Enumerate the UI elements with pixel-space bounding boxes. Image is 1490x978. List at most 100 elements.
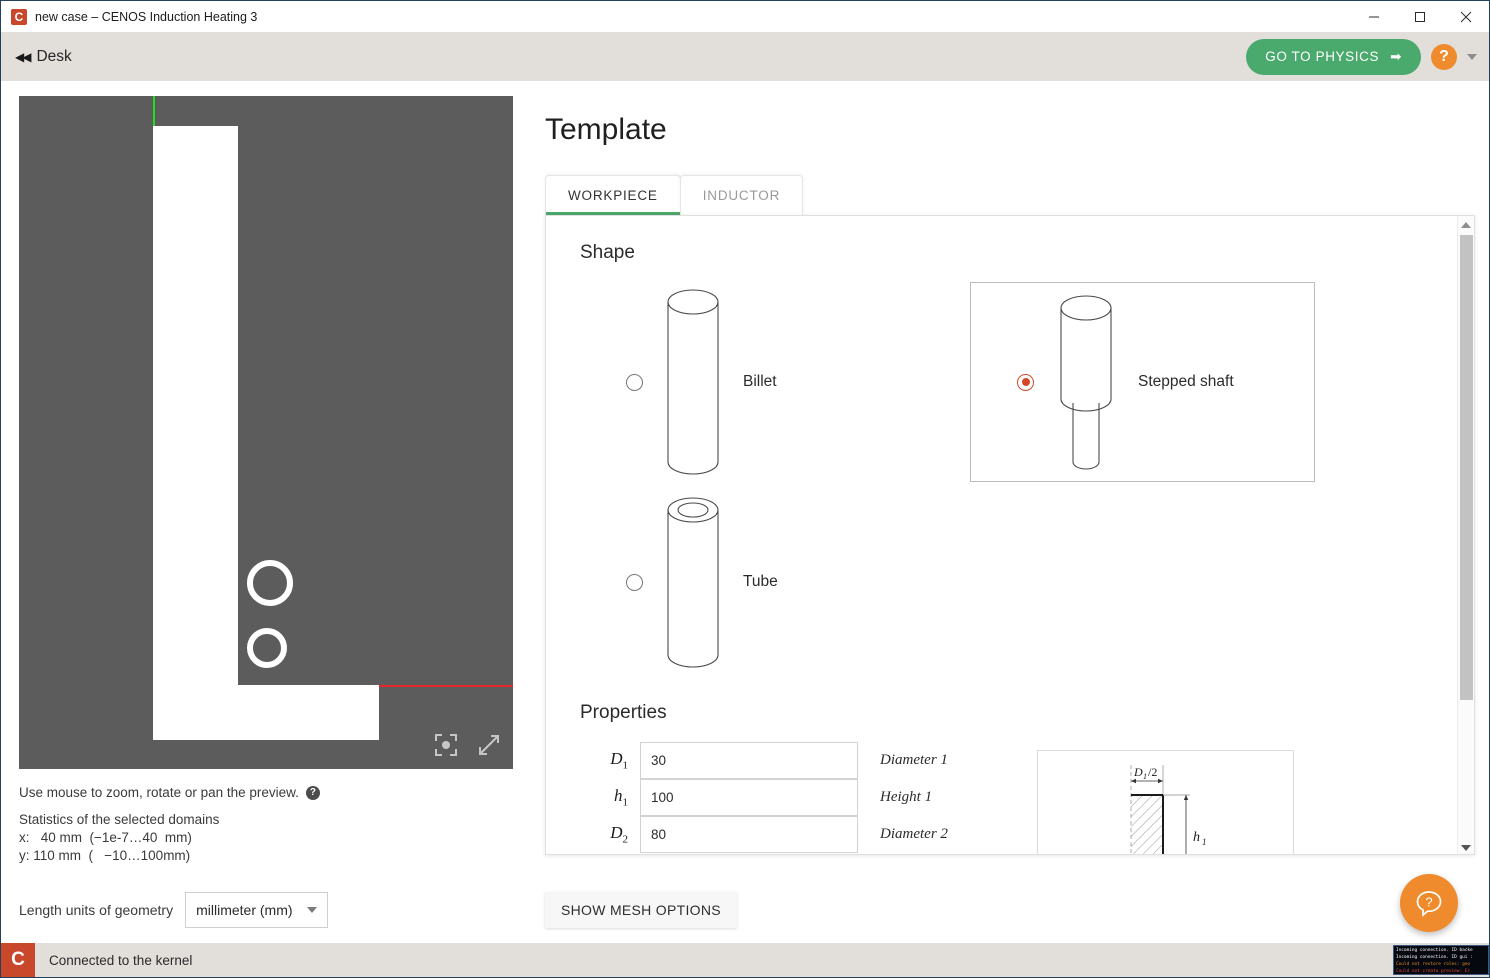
stats-title: Statistics of the selected domains <box>19 812 220 827</box>
window-controls <box>1351 1 1489 32</box>
hint-help-icon[interactable]: ? <box>305 785 320 800</box>
application-window: C new case – CENOS Induction Heating 3 ◀… <box>0 0 1490 978</box>
workpiece-horizontal-body <box>153 685 379 740</box>
console-line: Could not create preview: Er <box>1396 969 1471 974</box>
tab-workpiece-label: WORKPIECE <box>568 188 658 203</box>
property-row-d2: D2 80 Diameter 2 <box>580 816 1033 853</box>
expand-arrows-icon[interactable] <box>477 733 501 757</box>
shape-label-tube: Tube <box>743 573 778 590</box>
status-text: Connected to the kernel <box>49 952 193 968</box>
tab-workpiece[interactable]: WORKPIECE <box>545 175 681 215</box>
geometry-preview-canvas[interactable] <box>19 96 513 769</box>
cenos-logo-icon: C <box>1 943 35 977</box>
desk-back-button[interactable]: ◀◀ Desk <box>15 48 72 66</box>
window-title: new case – CENOS Induction Heating 3 <box>35 9 258 24</box>
axis-red-line <box>379 685 513 687</box>
diameter1-input[interactable]: 30 <box>640 742 858 779</box>
radio-billet[interactable] <box>626 373 643 391</box>
svg-text:/2: /2 <box>1148 765 1157 779</box>
help-question-icon[interactable]: ? <box>1431 43 1457 70</box>
maximize-button[interactable] <box>1397 1 1443 32</box>
diameter2-description: Diameter 2 <box>880 826 948 842</box>
diameter2-input[interactable]: 80 <box>640 816 858 853</box>
preview-hint-text: Use mouse to zoom, rotate or pan the pre… <box>19 785 299 800</box>
height1-description: Height 1 <box>880 789 933 805</box>
axis-green-line <box>153 96 155 128</box>
panel-scrollbar[interactable] <box>1457 216 1474 854</box>
shape-option-billet[interactable]: Billet <box>580 282 970 482</box>
chevron-down-icon[interactable] <box>1467 53 1477 60</box>
cenos-logo-icon: C <box>11 8 27 25</box>
workpiece-panel: Shape Billet Stepped shaft Tube Properti… <box>545 215 1475 855</box>
radio-tube[interactable] <box>626 573 643 591</box>
shape-section-title: Shape <box>580 242 635 263</box>
length-units-value: millimeter (mm) <box>196 902 293 918</box>
inductor-coil-lower <box>247 628 287 668</box>
console-line: Incoming connection. ID gui : <box>1396 955 1473 960</box>
dimension-diagram: D 1 /2 h 1 <box>1037 750 1294 854</box>
property-row-d1: D1 30 Diameter 1 <box>580 742 1033 779</box>
top-toolbar: ◀◀ Desk GO TO PHYSICS ➡ ? <box>1 32 1489 81</box>
minimize-button[interactable] <box>1351 1 1397 32</box>
tab-inductor[interactable]: INDUCTOR <box>679 175 804 215</box>
svg-text:1: 1 <box>1143 772 1147 781</box>
help-bubble-icon[interactable]: ? <box>1400 874 1458 932</box>
diameter1-description: Diameter 1 <box>880 752 948 768</box>
tab-inductor-label: INDUCTOR <box>702 188 781 203</box>
template-pane: Template WORKPIECE INDUCTOR Shape Billet… <box>545 113 1475 855</box>
shape-grid-filler <box>970 482 1315 682</box>
page-title: Template <box>545 113 667 146</box>
units-row: Length units of geometry millimeter (mm) <box>19 892 329 928</box>
preview-hint: Use mouse to zoom, rotate or pan the pre… <box>19 785 513 800</box>
svg-text:h: h <box>1193 830 1200 845</box>
shape-options-grid: Billet Stepped shaft Tube <box>580 282 1440 682</box>
stats-y-line: y: 110 mm ( −10…100mm) <box>19 848 191 863</box>
focus-target-icon[interactable] <box>435 734 457 756</box>
console-line: Incoming connection. ID backe <box>1396 948 1473 953</box>
toolbar-actions: GO TO PHYSICS ➡ ? <box>1246 38 1477 75</box>
scrollbar-thumb[interactable] <box>1460 235 1473 700</box>
diameter1-value: 30 <box>651 753 667 768</box>
units-label: Length units of geometry <box>19 902 174 918</box>
shape-option-tube[interactable]: Tube <box>580 482 970 682</box>
length-units-select[interactable]: millimeter (mm) <box>185 892 329 928</box>
stepped-shaft-icon <box>1060 295 1112 470</box>
close-button[interactable] <box>1443 1 1489 32</box>
properties-section-title: Properties <box>580 702 667 723</box>
go-to-physics-button[interactable]: GO TO PHYSICS ➡ <box>1246 38 1421 75</box>
shape-option-stepped-shaft[interactable]: Stepped shaft <box>970 282 1315 482</box>
show-mesh-options-button[interactable]: SHOW MESH OPTIONS <box>545 892 737 928</box>
preview-pane: Use mouse to zoom, rotate or pan the pre… <box>19 96 513 863</box>
radio-stepped-shaft[interactable] <box>1017 373 1034 391</box>
shape-label-billet: Billet <box>743 373 777 390</box>
property-symbol-d1: D1 <box>610 749 628 772</box>
svg-text:1: 1 <box>1202 837 1207 847</box>
diameter2-value: 80 <box>651 827 667 842</box>
console-log-widget[interactable]: Incoming connection. ID backe Incoming c… <box>1393 945 1489 975</box>
properties-table: D1 30 Diameter 1 h1 100 Height 1 D2 80 D… <box>580 742 1440 854</box>
show-mesh-options-label: SHOW MESH OPTIONS <box>561 902 721 918</box>
cylinder-icon <box>667 289 719 475</box>
console-line: Could not restore roles: geo <box>1396 962 1471 967</box>
scroll-down-button[interactable] <box>1458 839 1474 854</box>
chevron-down-icon <box>307 907 318 913</box>
shape-label-stepped-shaft: Stepped shaft <box>1138 373 1234 390</box>
go-to-physics-label: GO TO PHYSICS <box>1265 49 1380 64</box>
height1-value: 100 <box>651 790 674 805</box>
property-symbol-d2: D2 <box>610 823 628 846</box>
workpiece-panel-content: Shape Billet Stepped shaft Tube Properti… <box>546 216 1474 854</box>
title-bar: C new case – CENOS Induction Heating 3 <box>1 1 1489 32</box>
property-symbol-h1: h1 <box>614 786 628 809</box>
status-bar: C Connected to the kernel Incoming conne… <box>1 943 1489 977</box>
property-row-h1: h1 100 Height 1 <box>580 779 1033 816</box>
preview-tool-buttons <box>435 733 501 757</box>
inductor-coil-upper <box>247 560 293 606</box>
svg-text:?: ? <box>1425 895 1432 910</box>
height1-input[interactable]: 100 <box>640 779 858 816</box>
properties-rows: D1 30 Diameter 1 h1 100 Height 1 D2 80 D… <box>580 742 1033 853</box>
tube-icon <box>667 496 719 668</box>
back-arrow-icon: ◀◀ <box>15 49 32 64</box>
desk-label: Desk <box>36 47 72 65</box>
arrow-right-icon: ➡ <box>1390 48 1402 64</box>
scroll-up-button[interactable] <box>1458 216 1474 233</box>
